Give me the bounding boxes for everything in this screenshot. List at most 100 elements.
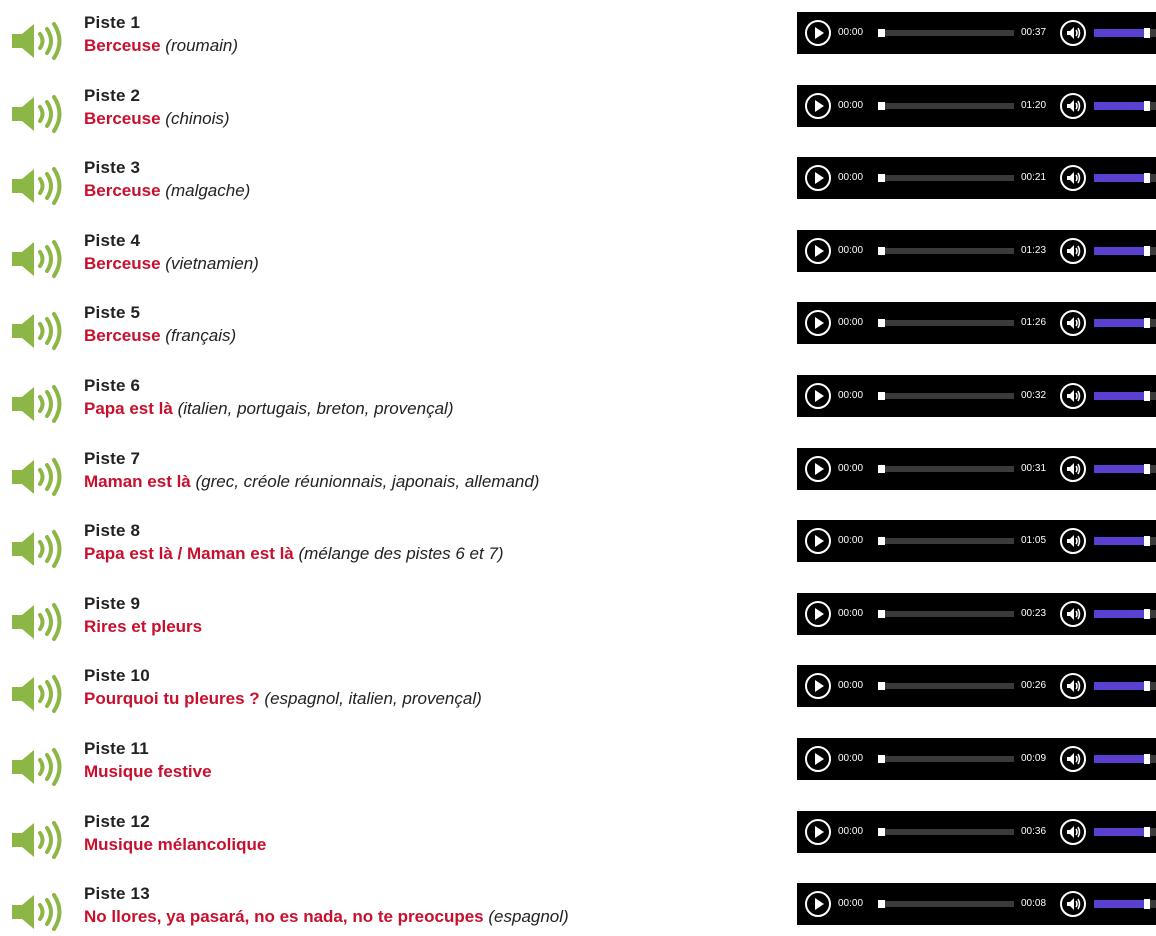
duration-time: 00:36 <box>1021 825 1047 837</box>
volume-icon[interactable] <box>1060 383 1086 409</box>
volume-handle[interactable] <box>1143 463 1150 474</box>
seek-handle[interactable] <box>878 609 885 618</box>
track-row: Piste 5 Berceuse (français) 00:00 01:26 <box>0 302 1156 362</box>
volume-slider[interactable] <box>1094 463 1156 474</box>
play-icon[interactable] <box>805 528 831 555</box>
volume-icon[interactable] <box>1060 673 1086 700</box>
volume-handle[interactable] <box>1143 754 1150 764</box>
volume-handle[interactable] <box>1143 608 1150 619</box>
play-icon[interactable] <box>805 92 831 119</box>
speaker-icon[interactable] <box>10 891 66 933</box>
speaker-icon[interactable] <box>10 601 66 643</box>
volume-icon[interactable] <box>1060 310 1086 337</box>
seek-bar[interactable] <box>878 755 1014 763</box>
play-icon[interactable] <box>805 310 831 337</box>
seek-bar[interactable] <box>878 319 1014 328</box>
seek-bar[interactable] <box>878 537 1014 546</box>
speaker-icon[interactable] <box>10 20 66 62</box>
seek-bar[interactable] <box>878 101 1014 110</box>
speaker-icon[interactable] <box>10 93 66 135</box>
seek-bar[interactable] <box>878 900 1014 909</box>
duration-time: 01:26 <box>1021 317 1047 329</box>
play-icon[interactable] <box>805 455 831 482</box>
volume-icon[interactable] <box>1060 528 1086 555</box>
volume-slider[interactable] <box>1094 608 1156 619</box>
seek-handle[interactable] <box>878 827 885 836</box>
speaker-icon[interactable] <box>10 673 66 715</box>
play-icon[interactable] <box>805 20 831 46</box>
volume-handle[interactable] <box>1143 391 1150 401</box>
speaker-icon[interactable] <box>10 165 66 207</box>
seek-bar[interactable] <box>878 174 1014 183</box>
track-line: Berceuse (malgache) <box>84 179 764 203</box>
seek-bar[interactable] <box>878 392 1014 400</box>
seek-bar[interactable] <box>878 29 1014 37</box>
volume-slider[interactable] <box>1094 318 1156 329</box>
volume-icon[interactable] <box>1060 600 1086 627</box>
speaker-icon[interactable] <box>10 819 66 861</box>
volume-handle[interactable] <box>1143 536 1150 547</box>
track-number: Piste 6 <box>84 376 141 395</box>
volume-handle[interactable] <box>1143 28 1150 38</box>
track-language: (mélange des pistes 6 et 7) <box>298 544 504 564</box>
play-icon[interactable] <box>805 746 831 772</box>
volume-slider[interactable] <box>1094 826 1156 837</box>
seek-handle[interactable] <box>878 246 885 255</box>
volume-icon[interactable] <box>1060 746 1086 772</box>
speaker-icon[interactable] <box>10 528 66 570</box>
seek-handle[interactable] <box>878 900 885 909</box>
volume-slider[interactable] <box>1094 28 1156 38</box>
play-icon[interactable] <box>805 891 831 918</box>
play-icon[interactable] <box>805 673 831 700</box>
seek-handle[interactable] <box>878 319 885 328</box>
volume-icon[interactable] <box>1060 455 1086 482</box>
seek-handle[interactable] <box>878 101 885 110</box>
play-icon[interactable] <box>805 818 831 845</box>
volume-level <box>1094 827 1150 836</box>
volume-slider[interactable] <box>1094 754 1156 764</box>
volume-handle[interactable] <box>1143 173 1150 184</box>
volume-slider[interactable] <box>1094 100 1156 111</box>
volume-handle[interactable] <box>1143 681 1150 692</box>
track-row: Piste 8 Papa est là / Maman est là (méla… <box>0 520 1156 580</box>
speaker-icon[interactable] <box>10 456 66 498</box>
volume-icon[interactable] <box>1060 237 1086 264</box>
volume-icon[interactable] <box>1060 165 1086 192</box>
current-time: 00:00 <box>838 607 864 619</box>
volume-icon[interactable] <box>1060 891 1086 918</box>
seek-bar[interactable] <box>878 246 1014 255</box>
volume-handle[interactable] <box>1143 100 1150 111</box>
seek-handle[interactable] <box>878 537 885 546</box>
play-icon[interactable] <box>805 600 831 627</box>
seek-bar[interactable] <box>878 682 1014 691</box>
seek-handle[interactable] <box>878 392 885 400</box>
speaker-icon[interactable] <box>10 746 66 788</box>
volume-icon[interactable] <box>1060 818 1086 845</box>
speaker-icon[interactable] <box>10 310 66 352</box>
seek-bar[interactable] <box>878 827 1014 836</box>
play-icon[interactable] <box>805 237 831 264</box>
seek-handle[interactable] <box>878 682 885 691</box>
volume-handle[interactable] <box>1143 826 1150 837</box>
seek-handle[interactable] <box>878 29 885 37</box>
seek-bar[interactable] <box>878 609 1014 618</box>
volume-slider[interactable] <box>1094 681 1156 692</box>
volume-slider[interactable] <box>1094 899 1156 910</box>
seek-bar[interactable] <box>878 464 1014 473</box>
volume-icon[interactable] <box>1060 20 1086 46</box>
speaker-icon[interactable] <box>10 238 66 280</box>
volume-slider[interactable] <box>1094 391 1156 401</box>
volume-slider[interactable] <box>1094 173 1156 184</box>
seek-handle[interactable] <box>878 755 885 763</box>
volume-handle[interactable] <box>1143 899 1150 910</box>
play-icon[interactable] <box>805 165 831 192</box>
seek-handle[interactable] <box>878 174 885 183</box>
volume-handle[interactable] <box>1143 318 1150 329</box>
play-icon[interactable] <box>805 383 831 409</box>
seek-handle[interactable] <box>878 464 885 473</box>
volume-handle[interactable] <box>1143 245 1150 256</box>
volume-slider[interactable] <box>1094 536 1156 547</box>
volume-slider[interactable] <box>1094 245 1156 256</box>
speaker-icon[interactable] <box>10 383 66 425</box>
volume-icon[interactable] <box>1060 92 1086 119</box>
